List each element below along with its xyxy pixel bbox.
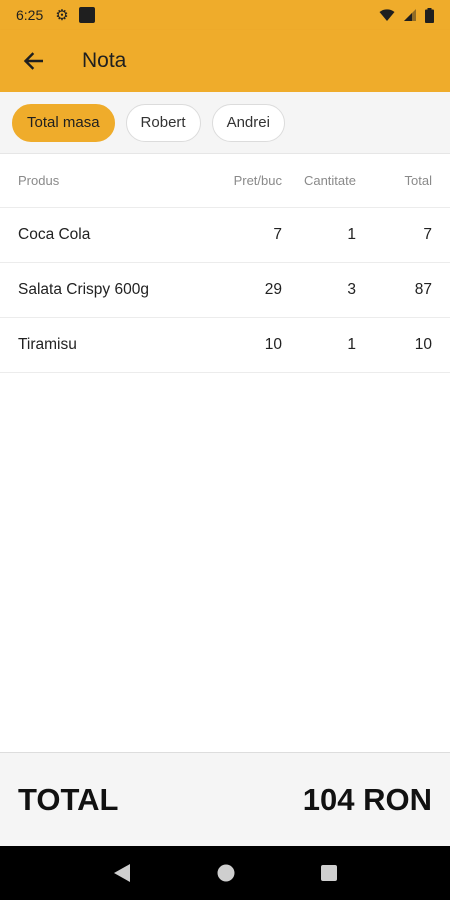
- row-price: 7: [273, 226, 282, 243]
- app-bar: Nota: [0, 30, 450, 92]
- status-bar: 6:25 ⚙: [0, 0, 450, 30]
- battery-icon: [425, 7, 434, 23]
- table-header: Produs Pret/buc Cantitate Total: [0, 154, 450, 208]
- back-button[interactable]: [0, 30, 64, 92]
- total-bar: TOTAL 104 RON: [0, 752, 450, 846]
- header-qty: Cantitate: [303, 173, 356, 188]
- arrow-back-icon: [23, 52, 43, 70]
- row-qty: 3: [347, 281, 356, 298]
- gear-icon: ⚙: [55, 7, 69, 24]
- table-row[interactable]: Tiramisu 10 1 10: [0, 318, 450, 373]
- row-total: 87: [414, 281, 432, 298]
- system-nav-bar: [0, 846, 450, 900]
- row-product: Coca Cola: [18, 226, 91, 243]
- signal-icon: [404, 9, 416, 21]
- chip-total-masa[interactable]: Total masa: [12, 103, 115, 142]
- total-value: 104 RON: [302, 781, 432, 817]
- row-product: Tiramisu: [18, 336, 77, 353]
- nav-back-icon[interactable]: [113, 863, 131, 883]
- nav-home-icon[interactable]: [217, 864, 235, 882]
- row-product: Salata Crispy 600g: [18, 281, 149, 298]
- chip-andrei[interactable]: Andrei: [211, 103, 285, 142]
- total-label: TOTAL: [18, 781, 119, 817]
- app-square-icon: [78, 7, 95, 23]
- nav-recents-icon[interactable]: [321, 865, 337, 881]
- row-qty: 1: [347, 226, 356, 243]
- chip-robert[interactable]: Robert: [125, 103, 201, 142]
- wifi-icon: [379, 9, 395, 21]
- header-product: Produs: [18, 173, 60, 188]
- person-filter-chips: Total masa Robert Andrei: [0, 92, 450, 154]
- page-title: Nota: [82, 49, 127, 72]
- row-total: 7: [423, 226, 432, 243]
- row-total: 10: [414, 336, 432, 353]
- row-qty: 1: [347, 336, 356, 353]
- table-row[interactable]: Salata Crispy 600g 29 3 87: [0, 263, 450, 318]
- row-price: 29: [264, 281, 282, 298]
- header-price: Pret/buc: [233, 173, 282, 188]
- table-row[interactable]: Coca Cola 7 1 7: [0, 208, 450, 263]
- status-time: 6:25: [16, 7, 44, 23]
- order-table: Produs Pret/buc Cantitate Total Coca Col…: [0, 154, 450, 373]
- row-price: 10: [264, 336, 282, 353]
- header-total: Total: [404, 173, 432, 188]
